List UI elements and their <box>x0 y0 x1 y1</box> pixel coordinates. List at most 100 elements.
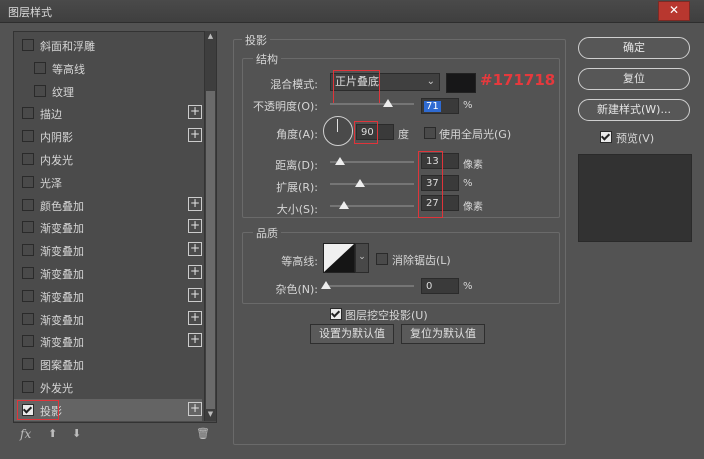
scroll-down-icon[interactable]: ▼ <box>206 410 215 420</box>
global-light-checkbox[interactable] <box>424 127 436 139</box>
spread-slider-knob[interactable] <box>355 179 365 187</box>
angle-dial-hand <box>337 119 338 132</box>
angle-dial[interactable] <box>323 116 353 146</box>
style-checkbox[interactable] <box>22 39 34 51</box>
reset-button[interactable]: 复位 <box>578 68 690 90</box>
contour-curve-icon <box>324 244 354 272</box>
style-checkbox[interactable] <box>22 289 34 302</box>
opacity-input[interactable]: 71 <box>421 98 459 114</box>
style-list-item[interactable]: 纹理 <box>14 80 202 102</box>
add-effect-icon[interactable]: + <box>188 105 202 120</box>
annotation-box <box>418 151 443 218</box>
style-checkbox[interactable] <box>22 130 34 143</box>
style-checkbox[interactable] <box>22 107 34 120</box>
style-list-item[interactable]: 渐变叠加 + <box>14 239 202 261</box>
style-checkbox[interactable] <box>22 198 34 211</box>
style-list-item[interactable]: 斜面和浮雕 <box>14 34 202 56</box>
add-effect-icon[interactable]: + <box>188 310 202 325</box>
annotation-box <box>17 399 59 420</box>
style-checkbox[interactable] <box>22 244 34 257</box>
style-list-item-label: 内阴影 <box>40 131 73 145</box>
contour-dropdown[interactable]: ⌄ <box>355 243 369 273</box>
add-effect-icon[interactable]: + <box>188 219 202 234</box>
style-list-item-label: 等高线 <box>52 62 85 76</box>
style-list-item[interactable]: 等高线 <box>14 57 202 79</box>
size-slider-knob[interactable] <box>339 201 349 209</box>
style-checkbox[interactable] <box>34 61 46 74</box>
chevron-down-icon: ⌄ <box>426 76 435 87</box>
style-list-item[interactable]: 内发光 <box>14 148 202 170</box>
style-list-item[interactable]: 渐变叠加 + <box>14 308 202 330</box>
style-list-item[interactable]: 渐变叠加 + <box>14 285 202 307</box>
style-list-scrollbar[interactable]: ▲ ▼ <box>204 31 216 421</box>
add-effect-icon[interactable]: + <box>188 128 202 143</box>
style-list-item[interactable]: 图案叠加 <box>14 353 202 375</box>
distance-unit: 像素 <box>463 160 483 171</box>
spread-label: 扩展(R): <box>276 181 318 194</box>
angle-unit: 度 <box>398 128 409 141</box>
antialias-checkbox[interactable] <box>376 253 388 265</box>
style-list-item-label: 外发光 <box>40 382 73 395</box>
style-list-item[interactable]: 渐变叠加 + <box>14 262 202 284</box>
style-list-item-label: 渐变叠加 <box>40 222 84 236</box>
reset-default-button[interactable]: 复位为默认值 <box>401 324 485 344</box>
style-list-item[interactable]: 渐变叠加 + <box>14 216 202 238</box>
noise-unit: % <box>463 281 473 292</box>
move-down-icon[interactable]: ⬇ <box>72 427 81 440</box>
style-list-item[interactable]: 外发光 <box>14 376 202 398</box>
spread-unit: % <box>463 178 473 189</box>
scroll-thumb[interactable] <box>206 91 215 409</box>
add-effect-icon[interactable]: + <box>188 333 202 348</box>
preview-label: 预览(V) <box>616 132 655 145</box>
fx-icon[interactable]: fx <box>20 427 31 441</box>
add-effect-icon[interactable]: + <box>188 287 202 302</box>
style-list-item-label: 斜面和浮雕 <box>40 40 95 53</box>
style-list-item[interactable]: 内阴影 + <box>14 125 202 147</box>
style-list-item-label: 纹理 <box>52 85 74 99</box>
style-list-item-label: 渐变叠加 <box>40 268 84 281</box>
add-effect-icon[interactable]: + <box>188 265 202 279</box>
scroll-up-icon[interactable]: ▲ <box>206 32 215 42</box>
knockout-label: 图层挖空投影(U) <box>345 309 428 322</box>
add-effect-icon[interactable]: + <box>188 401 202 416</box>
add-effect-icon[interactable]: + <box>188 196 202 211</box>
preview-checkbox[interactable] <box>600 131 612 143</box>
add-effect-icon[interactable]: + <box>188 242 202 257</box>
style-checkbox[interactable] <box>34 84 46 97</box>
opacity-slider[interactable] <box>330 103 414 105</box>
noise-slider-knob[interactable] <box>321 281 331 289</box>
style-checkbox[interactable] <box>22 221 34 234</box>
noise-slider[interactable] <box>324 285 414 287</box>
move-up-icon[interactable]: ⬆ <box>48 427 57 440</box>
noise-input[interactable]: 0 <box>421 278 459 294</box>
knockout-checkbox[interactable] <box>330 308 342 320</box>
style-checkbox[interactable] <box>22 175 34 188</box>
style-checkbox[interactable] <box>22 267 34 279</box>
style-list-item-label: 渐变叠加 <box>40 336 84 350</box>
style-checkbox[interactable] <box>22 335 34 348</box>
opacity-slider-knob[interactable] <box>383 99 393 107</box>
trash-icon[interactable]: 🗑 <box>196 427 210 440</box>
distance-slider-knob[interactable] <box>335 157 345 165</box>
close-button[interactable]: ✕ <box>658 1 690 21</box>
shadow-color-swatch[interactable] <box>446 73 476 93</box>
opacity-unit: % <box>463 100 473 111</box>
style-list-item[interactable]: 颜色叠加 + <box>14 194 202 216</box>
style-checkbox[interactable] <box>22 358 34 371</box>
style-list-item[interactable]: 渐变叠加 + <box>14 330 202 352</box>
ok-button[interactable]: 确定 <box>578 37 690 59</box>
style-list-item-label: 内发光 <box>40 154 73 167</box>
make-default-button[interactable]: 设置为默认值 <box>310 324 394 344</box>
style-checkbox[interactable] <box>22 153 34 165</box>
style-list-item[interactable]: 描边 + <box>14 102 202 124</box>
style-checkbox[interactable] <box>22 312 34 325</box>
style-list-item-label: 渐变叠加 <box>40 313 84 327</box>
new-style-button[interactable]: 新建样式(W)... <box>578 99 690 121</box>
contour-preview[interactable] <box>323 243 355 273</box>
opacity-label: 不透明度(O): <box>253 100 318 113</box>
spread-slider[interactable] <box>330 183 414 185</box>
style-list-item[interactable]: 光泽 <box>14 171 202 193</box>
style-list-item-label: 颜色叠加 <box>40 199 84 213</box>
style-checkbox[interactable] <box>22 381 34 393</box>
style-preview <box>578 154 692 242</box>
